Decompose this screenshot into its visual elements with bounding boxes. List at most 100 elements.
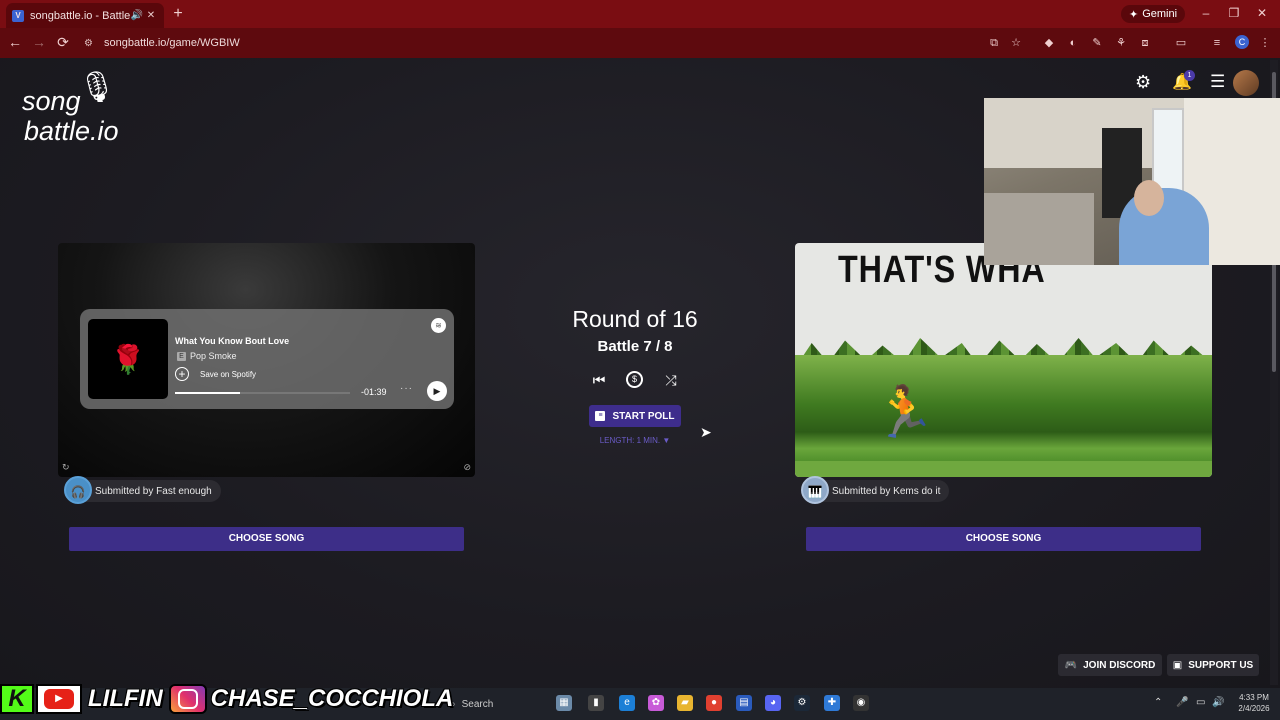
tray-chevron-icon[interactable]: ⌃ bbox=[1154, 697, 1162, 708]
new-tab-button[interactable]: + bbox=[170, 5, 186, 23]
settings-gear-icon[interactable]: ⚙ bbox=[1135, 72, 1151, 94]
headphones-avatar-icon: 🎧 bbox=[64, 476, 92, 504]
left-song-card[interactable]: 🌹 What You Know Bout Love E Pop Smoke + … bbox=[58, 243, 475, 477]
playback-progress-bar[interactable] bbox=[175, 392, 350, 394]
edge-icon[interactable]: e bbox=[619, 695, 635, 711]
progress-fill bbox=[175, 392, 240, 394]
notification-count-badge: 1 bbox=[1184, 70, 1195, 81]
join-discord-button[interactable]: 🎮 JOIN DISCORD bbox=[1058, 654, 1162, 676]
user-avatar[interactable] bbox=[1233, 70, 1259, 96]
instagram-handle: CHASE_COCCHIOLA bbox=[210, 685, 454, 712]
store-icon[interactable]: ▤ bbox=[736, 695, 752, 711]
support-us-button[interactable]: ▣ SUPPORT US bbox=[1167, 654, 1259, 676]
close-window-button[interactable]: ✕ bbox=[1252, 6, 1272, 20]
webcam-person bbox=[1119, 188, 1209, 265]
instagram-badge bbox=[168, 684, 207, 714]
forward-icon[interactable]: → bbox=[30, 34, 48, 50]
poll-length-dropdown[interactable]: LENGTH: 1 MIN. ▼ bbox=[560, 436, 710, 445]
choose-right-song-button[interactable]: CHOOSE SONG bbox=[806, 527, 1201, 551]
install-icon[interactable]: ⧉ bbox=[987, 36, 1001, 50]
browser-tab-strip: V songbattle.io - Battle Songs 🔊 ✕ + ✦ G… bbox=[0, 0, 1280, 28]
widget-icon[interactable]: ▦ bbox=[556, 695, 572, 711]
favicon-icon: V bbox=[12, 9, 24, 22]
browser-tab[interactable]: V songbattle.io - Battle Songs 🔊 ✕ bbox=[6, 3, 164, 28]
coin-icon[interactable]: $ bbox=[626, 371, 643, 388]
steam-icon[interactable]: ⚙ bbox=[794, 695, 810, 711]
youtube-icon: ▶ bbox=[44, 689, 74, 709]
taskbar-search-label: Search bbox=[461, 698, 494, 710]
bookmark-star-icon[interactable]: ☆ bbox=[1009, 36, 1023, 50]
right-submitted-text: Submitted by Kems do it bbox=[832, 485, 941, 497]
gemini-icon: ✦ bbox=[1129, 8, 1139, 21]
clock-date: 2/4/2026 bbox=[1238, 704, 1270, 713]
cast-icon[interactable]: ▭ bbox=[1174, 36, 1188, 50]
left-submitter-badge: 🎧 Submitted by Fast enough bbox=[64, 476, 221, 504]
microphone-logo-icon: 🎙 bbox=[78, 71, 117, 104]
extension-icon[interactable]: ◐ bbox=[1066, 36, 1080, 50]
copilot-icon[interactable]: ✿ bbox=[648, 695, 664, 711]
taskbar-clock[interactable]: 4:33 PM 2/4/2026 bbox=[1232, 692, 1276, 714]
extension-icon[interactable]: ✎ bbox=[1090, 36, 1104, 50]
save-on-spotify-link[interactable]: Save on Spotify bbox=[200, 370, 256, 379]
more-options-icon[interactable]: ··· bbox=[400, 383, 413, 394]
song-artist[interactable]: Pop Smoke bbox=[190, 351, 237, 361]
mouse-cursor-icon: ➤ bbox=[700, 424, 712, 440]
speaker-icon[interactable]: 🔊 bbox=[130, 10, 144, 21]
shuffle-icon[interactable]: ⤮ bbox=[662, 371, 680, 389]
join-discord-label: JOIN DISCORD bbox=[1083, 659, 1156, 671]
reading-list-icon[interactable]: ≡ bbox=[1210, 36, 1224, 50]
discord-taskbar-icon[interactable]: ◕ bbox=[765, 695, 781, 711]
poll-icon: ≡ bbox=[595, 411, 606, 421]
right-submitter-badge: 🎹 Submitted by Kems do it bbox=[801, 476, 950, 504]
network-icon[interactable]: ▭ bbox=[1196, 697, 1205, 708]
webcam-overlay bbox=[984, 98, 1280, 265]
hide-eye-icon[interactable]: ⊘ bbox=[463, 462, 471, 473]
hamburger-menu-icon[interactable]: ☰ bbox=[1210, 72, 1225, 94]
app-icon[interactable]: ✚ bbox=[824, 695, 840, 711]
clock-time: 4:33 PM bbox=[1239, 693, 1269, 702]
url-field[interactable]: ⚙ songbattle.io/game/WGBIW bbox=[84, 33, 1032, 53]
back-icon[interactable]: ← bbox=[6, 34, 24, 50]
left-submitted-text: Submitted by Fast enough bbox=[95, 485, 212, 497]
kick-badge: K bbox=[0, 684, 34, 714]
obs-icon[interactable]: ◉ bbox=[853, 695, 869, 711]
right-video-card[interactable]: 🏃 THAT'S WHA bbox=[795, 243, 1212, 477]
song-title[interactable]: What You Know Bout Love bbox=[175, 336, 289, 346]
add-plus-icon[interactable]: + bbox=[175, 367, 189, 381]
site-info-icon[interactable]: ⚙ bbox=[84, 38, 98, 49]
logo-text-line1: song bbox=[22, 86, 81, 116]
kick-logo: K bbox=[8, 685, 26, 712]
refresh-icon[interactable]: ↻ bbox=[62, 462, 70, 473]
piano-avatar-icon: 🎹 bbox=[801, 476, 829, 504]
chrome-icon[interactable]: ● bbox=[706, 695, 722, 711]
volume-icon[interactable]: 🔊 bbox=[1212, 697, 1224, 708]
taskbar-search[interactable]: ⌕ Search bbox=[450, 695, 550, 713]
youtube-badge: ▶ bbox=[36, 684, 82, 714]
gemini-label: Gemini bbox=[1142, 8, 1178, 20]
file-explorer-icon[interactable]: ▰ bbox=[677, 695, 693, 711]
task-view-icon[interactable]: ▮ bbox=[588, 695, 604, 711]
spotify-icon[interactable]: ≋ bbox=[431, 318, 446, 333]
profile-avatar[interactable]: C bbox=[1235, 35, 1249, 49]
start-poll-button[interactable]: ≡ START POLL bbox=[589, 405, 681, 427]
webcam-head bbox=[1134, 180, 1164, 216]
album-art: 🌹 bbox=[88, 319, 168, 399]
extension-icon[interactable]: ⚘ bbox=[1114, 36, 1128, 50]
gemini-button[interactable]: ✦ Gemini bbox=[1121, 5, 1186, 23]
battle-counter: Battle 7 / 8 bbox=[597, 338, 673, 355]
time-remaining: -01:39 bbox=[361, 387, 387, 397]
minimize-button[interactable]: – bbox=[1196, 6, 1216, 20]
extension-icon[interactable]: ◆ bbox=[1042, 36, 1056, 50]
close-tab-icon[interactable]: ✕ bbox=[144, 10, 158, 21]
spotify-embed[interactable]: 🌹 What You Know Bout Love E Pop Smoke + … bbox=[80, 309, 454, 409]
play-button[interactable]: ▶ bbox=[427, 381, 447, 401]
reload-icon[interactable]: ⟳ bbox=[54, 34, 72, 51]
tab-title: songbattle.io - Battle Songs bbox=[30, 9, 130, 22]
extensions-puzzle-icon[interactable]: ⧈ bbox=[1138, 36, 1152, 50]
microphone-icon[interactable]: 🎤 bbox=[1176, 697, 1188, 708]
browser-menu-icon[interactable]: ⋮ bbox=[1258, 36, 1272, 50]
restore-button[interactable]: ❐ bbox=[1224, 6, 1244, 20]
previous-battle-icon[interactable]: ⏮ bbox=[590, 371, 608, 389]
youtube-handle: LILFIN bbox=[88, 685, 163, 712]
choose-left-song-button[interactable]: CHOOSE SONG bbox=[69, 527, 464, 551]
